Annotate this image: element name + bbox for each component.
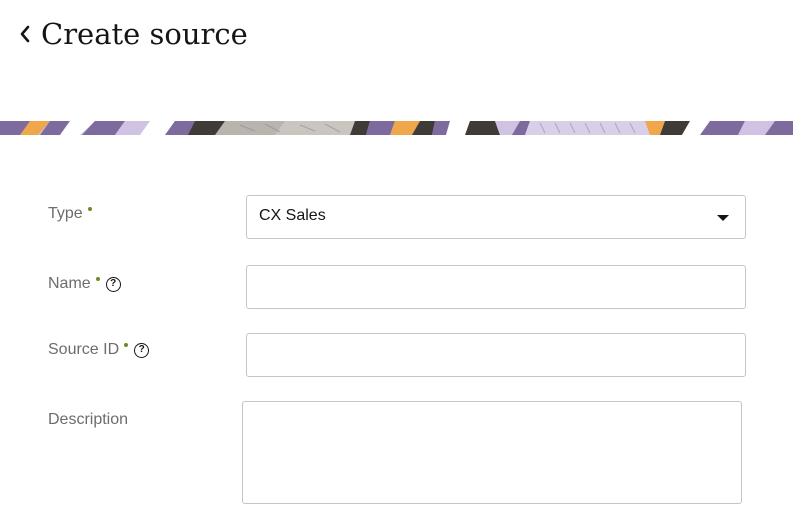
help-icon[interactable]: ? xyxy=(134,342,150,358)
source-id-label: Source ID xyxy=(48,341,120,358)
type-label-row: Type xyxy=(48,205,92,223)
required-indicator xyxy=(124,343,129,347)
caret-down-icon xyxy=(717,215,729,221)
create-source-form: Type CX Sales Name ? Source ID ? Descrip… xyxy=(0,0,793,530)
required-indicator xyxy=(95,277,100,281)
description-textarea[interactable] xyxy=(242,401,742,504)
name-label-row: Name ? xyxy=(48,275,121,293)
required-indicator xyxy=(87,207,92,211)
name-input[interactable] xyxy=(246,265,746,309)
source-id-input[interactable] xyxy=(246,333,746,377)
type-select-value: CX Sales xyxy=(259,207,326,224)
help-icon[interactable]: ? xyxy=(105,276,121,292)
type-select[interactable]: CX Sales xyxy=(246,195,746,239)
type-label: Type xyxy=(48,205,83,222)
source-id-label-row: Source ID ? xyxy=(48,341,150,359)
name-label: Name xyxy=(48,275,91,292)
description-label: Description xyxy=(48,411,129,428)
description-label-row: Description xyxy=(48,411,128,429)
